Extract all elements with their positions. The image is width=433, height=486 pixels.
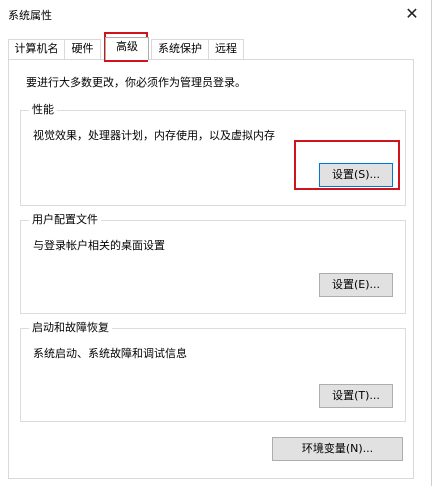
tab-computer-name[interactable]: 计算机名 (8, 39, 65, 59)
performance-settings-button[interactable]: 设置(S)... (319, 163, 393, 187)
user-profiles-description: 与登录帐户相关的桌面设置 (33, 239, 165, 252)
user-profiles-settings-button[interactable]: 设置(E)... (319, 273, 393, 297)
tab-system-protection[interactable]: 系统保护 (151, 39, 209, 59)
user-profiles-group: 用户配置文件 与登录帐户相关的桌面设置 设置(E)... (20, 213, 406, 314)
tab-hardware[interactable]: 硬件 (64, 39, 101, 59)
performance-description: 视觉效果，处理器计划，内存使用，以及虚拟内存 (33, 129, 275, 142)
close-icon[interactable]: ✕ (398, 2, 426, 26)
window-title: 系统属性 (8, 9, 52, 22)
tab-advanced[interactable]: 高级 (105, 37, 149, 60)
tab-remote[interactable]: 远程 (208, 39, 244, 59)
startup-recovery-group-title: 启动和故障恢复 (29, 321, 112, 335)
system-properties-window: 系统属性 ✕ 计算机名 硬件 高级 系统保护 远程 要进行大多数更改，你必须作为… (0, 0, 432, 486)
environment-variables-button[interactable]: 环境变量(N)... (272, 437, 403, 461)
startup-recovery-settings-button[interactable]: 设置(T)... (319, 384, 393, 408)
admin-note: 要进行大多数更改，你必须作为管理员登录。 (26, 76, 246, 89)
startup-recovery-group: 启动和故障恢复 系统启动、系统故障和调试信息 设置(T)... (20, 321, 406, 422)
title-bar: 系统属性 ✕ (0, 0, 432, 30)
performance-group: 性能 视觉效果，处理器计划，内存使用，以及虚拟内存 设置(S)... (20, 103, 406, 206)
startup-recovery-description: 系统启动、系统故障和调试信息 (33, 347, 187, 360)
performance-group-title: 性能 (29, 103, 57, 117)
user-profiles-group-title: 用户配置文件 (29, 213, 101, 227)
